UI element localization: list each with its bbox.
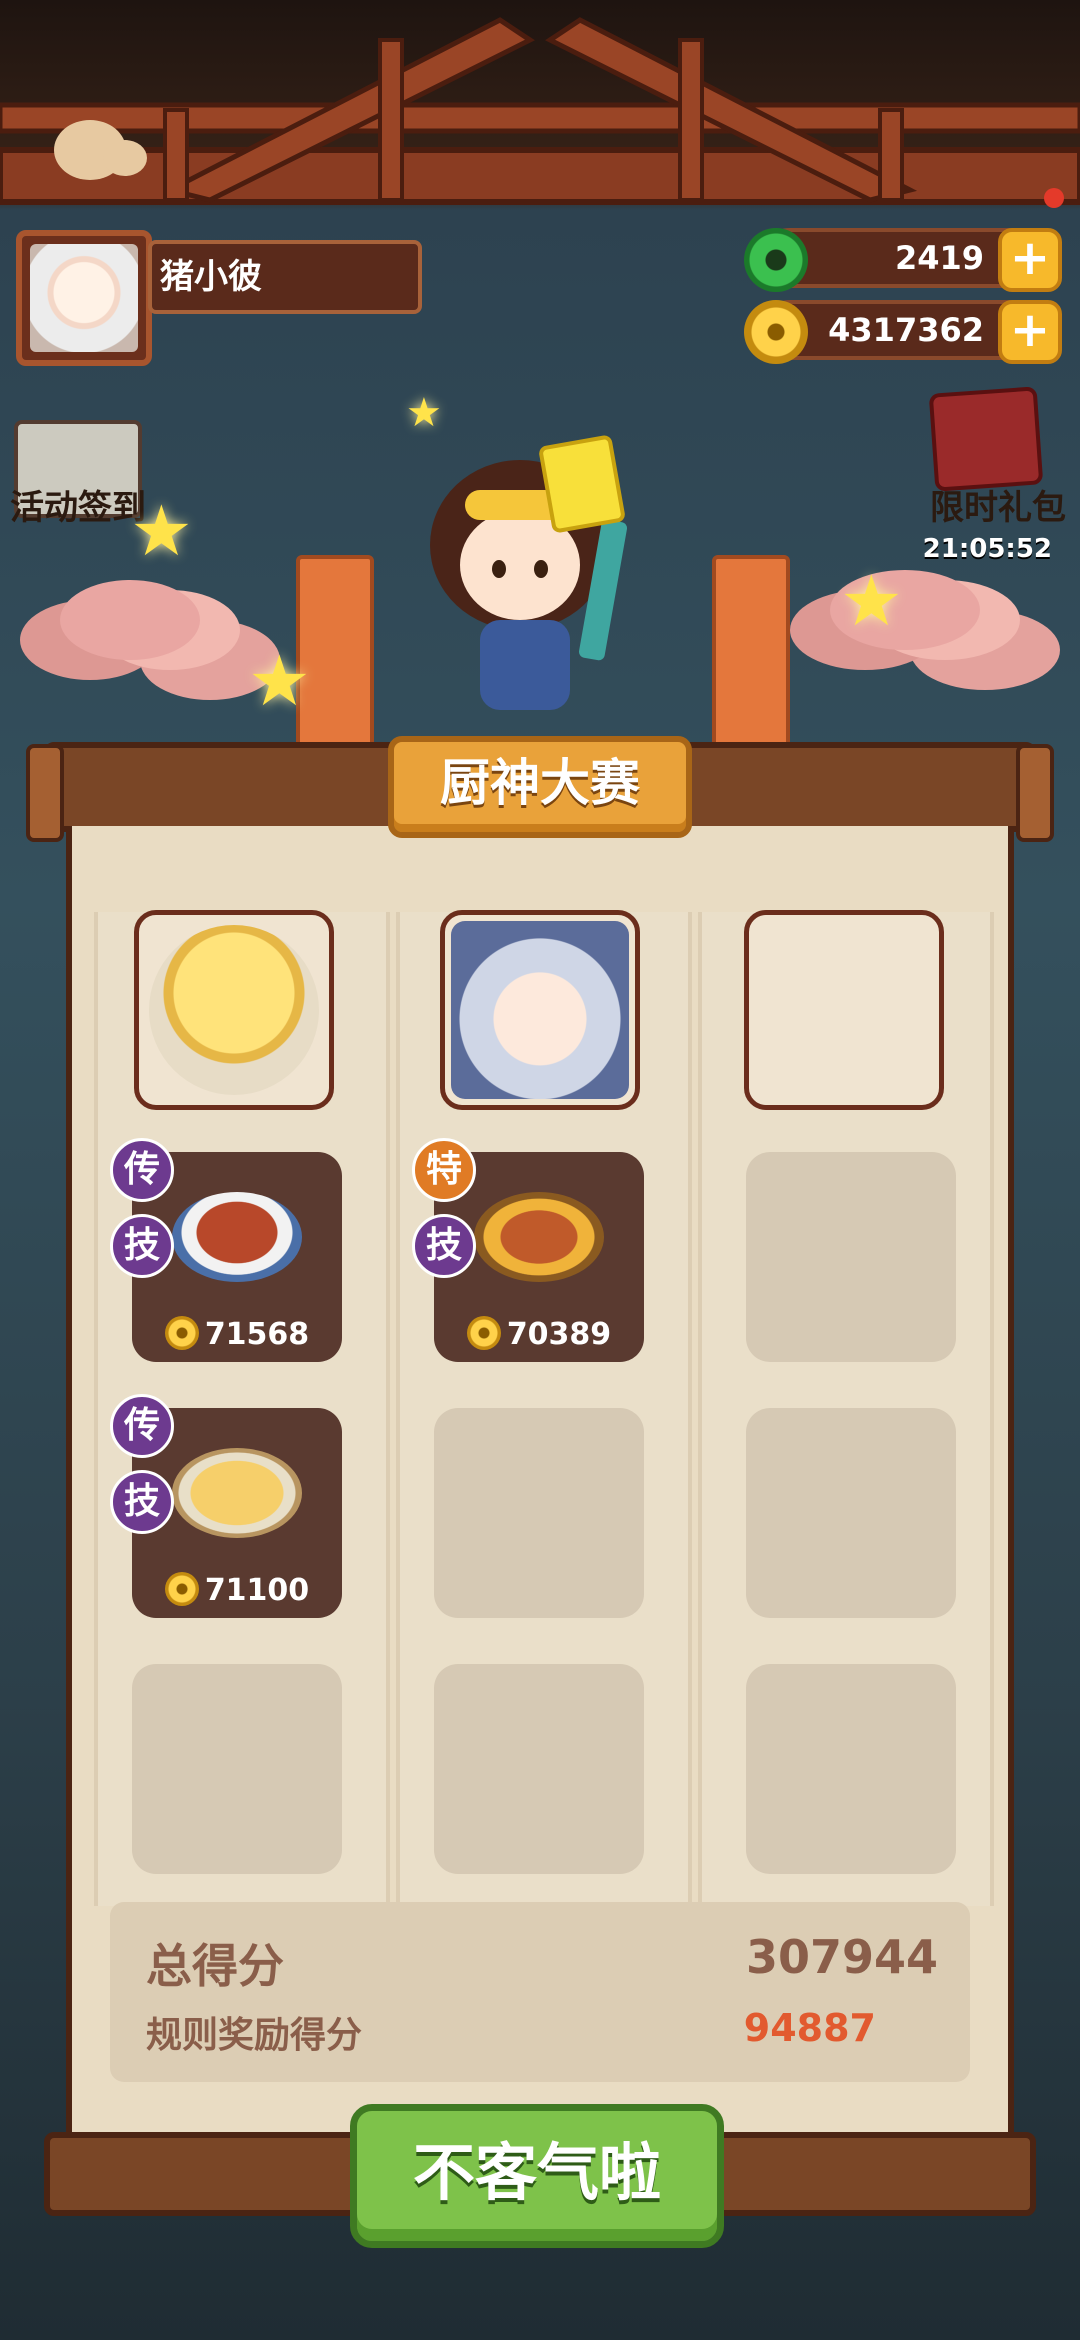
coin-icon — [466, 1316, 501, 1350]
jade-counter: 2419 + — [744, 228, 1062, 292]
skill-badge: 技 — [412, 1214, 476, 1278]
gift-pack-icon[interactable] — [928, 386, 1044, 492]
player-avatar[interactable] — [16, 230, 152, 366]
star-icon: ★ — [130, 490, 193, 572]
roof-beams — [0, 0, 1080, 210]
dish-slot-empty[interactable] — [746, 1408, 956, 1618]
chef-slot-2[interactable] — [440, 910, 640, 1110]
chef-slot-3[interactable] — [744, 910, 944, 1110]
add-gold-button[interactable]: + — [998, 300, 1062, 364]
gold-value: 4317362 — [828, 311, 984, 349]
dish-slot-empty[interactable] — [746, 1664, 956, 1874]
dish-slot-empty[interactable] — [746, 1152, 956, 1362]
confirm-button-label: 不客气啦 — [412, 2136, 661, 2209]
skill-badge: 技 — [110, 1470, 174, 1534]
confirm-button[interactable]: 不客气啦 — [350, 2104, 724, 2248]
chef-slot-1[interactable] — [134, 910, 334, 1110]
panel-title-plaque: 厨神大赛 — [388, 736, 692, 838]
gift-pack-timer: 21:05:52 — [922, 534, 1052, 564]
hammer-head-icon — [537, 434, 627, 534]
player-name: 猪小彼 — [148, 240, 422, 314]
dish-slot-empty[interactable] — [132, 1664, 342, 1874]
dish-image — [172, 1448, 302, 1538]
bonus-score-label: 规则奖励得分 — [146, 2015, 363, 2056]
jade-value: 2419 — [894, 239, 984, 277]
legend-badge: 传 — [110, 1394, 174, 1458]
total-score-value: 307944 — [745, 1930, 938, 1984]
star-icon: ★ — [840, 560, 903, 642]
coin-icon — [744, 300, 808, 364]
star-icon: ★ — [406, 390, 442, 436]
dish-slot-empty[interactable] — [434, 1408, 644, 1618]
bonus-score-value: 94887 — [743, 2006, 876, 2050]
blossom-tree-left — [60, 580, 200, 660]
legend-badge: 传 — [110, 1138, 174, 1202]
jade-icon — [744, 228, 808, 292]
dish-image — [474, 1192, 604, 1282]
coin-icon — [164, 1316, 199, 1350]
dish-slot-empty[interactable] — [434, 1664, 644, 1874]
total-score-label: 总得分 — [146, 1939, 284, 1993]
score-summary: 总得分 307944 规则奖励得分 94887 — [110, 1902, 970, 2082]
gift-pack-label: 限时礼包 — [930, 488, 1066, 528]
gold-counter: 4317362 + — [744, 300, 1062, 364]
notification-dot — [1044, 188, 1064, 208]
coin-icon — [164, 1572, 199, 1606]
activity-signin-label: 活动签到 — [10, 488, 146, 528]
dish-price: 71568 — [132, 1316, 342, 1352]
add-jade-button[interactable]: + — [998, 228, 1062, 292]
star-icon: ★ — [248, 640, 311, 722]
dish-image — [172, 1192, 302, 1282]
pillar-decor — [712, 555, 790, 753]
skill-badge: 技 — [110, 1214, 174, 1278]
dish-price: 71100 — [132, 1572, 342, 1608]
panel-title: 厨神大赛 — [440, 754, 640, 812]
special-badge: 特 — [412, 1138, 476, 1202]
dish-price: 70389 — [434, 1316, 644, 1352]
